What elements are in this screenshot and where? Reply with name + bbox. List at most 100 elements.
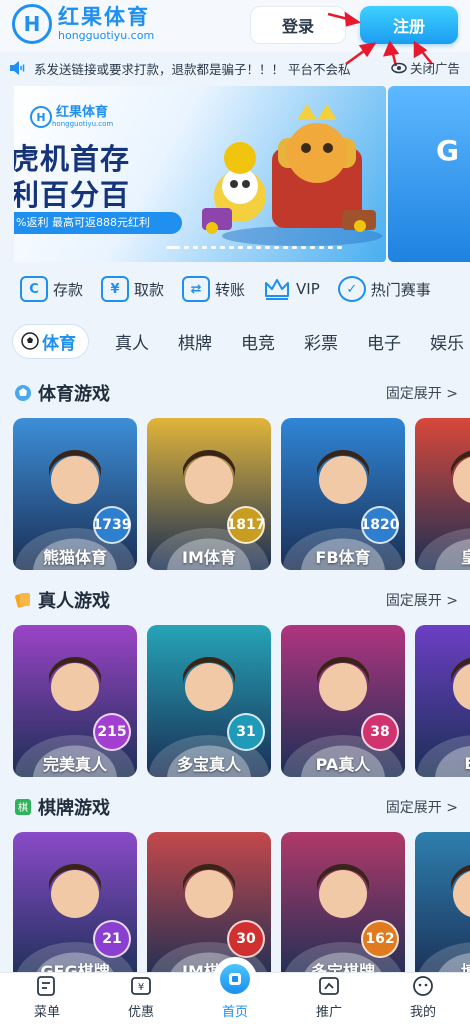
svg-text:¥: ¥ (138, 982, 144, 993)
tab-entertainment[interactable]: 娱乐 (430, 329, 464, 354)
carousel-dot[interactable] (193, 246, 198, 249)
carousel-dot[interactable] (319, 246, 324, 249)
carousel-dot[interactable] (211, 246, 216, 249)
expand-toggle[interactable]: 固定展开 > (386, 590, 458, 610)
tab-esports[interactable]: 电竞 (241, 329, 275, 354)
transfer-button[interactable]: ⇄ 转账 (182, 276, 245, 302)
carousel-dot[interactable] (220, 246, 225, 249)
carousel-dot[interactable] (202, 246, 207, 249)
player-count-badge: 215 (93, 713, 131, 751)
chess-section-header: 棋 棋牌游戏 固定展开 > (0, 792, 470, 822)
carousel-dot[interactable] (301, 246, 306, 249)
deposit-button[interactable]: C 存款 (20, 276, 83, 302)
carousel-dot[interactable] (283, 246, 288, 249)
hot-events-button[interactable]: ✓ 热门赛事 (337, 276, 431, 302)
speaker-icon (10, 61, 25, 75)
carousel-dot[interactable] (292, 246, 297, 249)
quick-actions-bar: C 存款 ¥ 取款 ⇄ 转账 VIP ✓ 热门赛事 (0, 272, 470, 306)
player-count-badge: 1820 (361, 506, 399, 544)
live-section-header: 真人游戏 固定展开 > (0, 585, 470, 615)
register-button[interactable]: 注册 (360, 6, 458, 44)
carousel-dot[interactable] (238, 246, 243, 249)
section-title: 体育游戏 (38, 384, 110, 405)
banner-logo-text: 红果体育 hongguotiyu.com (52, 106, 113, 129)
crown-icon (265, 279, 290, 300)
carousel-dot[interactable] (274, 246, 279, 249)
carousel-dot[interactable] (337, 246, 342, 249)
game-card[interactable]: 30IM棋牌 (147, 832, 271, 984)
next-banner-slide[interactable]: G (388, 86, 470, 262)
tab-electronic[interactable]: 电子 (367, 329, 401, 354)
player-count-badge: 1817 (227, 506, 265, 544)
player-count-badge: 31 (227, 713, 265, 751)
game-card[interactable]: 162多宝棋牌 (281, 832, 405, 984)
game-card[interactable]: 皇冠 (415, 418, 470, 570)
game-card[interactable]: BG (415, 625, 470, 777)
nav-menu-label: 菜单 (33, 1005, 60, 1020)
expand-toggle[interactable]: 固定展开 > (386, 797, 458, 817)
carousel-dot[interactable] (229, 246, 234, 249)
game-card[interactable]: 1820 FB体育 (281, 418, 405, 570)
tab-live[interactable]: 真人 (115, 329, 149, 354)
carousel-indicator[interactable] (166, 246, 342, 249)
vip-button[interactable]: VIP (263, 276, 320, 302)
nav-menu[interactable]: 菜单 (0, 973, 94, 1024)
logo-subtitle: hongguotiyu.com (58, 29, 155, 42)
banner-headline-2: 利百分百 (14, 178, 131, 212)
carousel-dot[interactable] (256, 246, 261, 249)
share-icon (319, 977, 339, 995)
game-card[interactable]: 1817 IM体育 (147, 418, 271, 570)
vip-label: VIP (296, 280, 320, 298)
site-logo[interactable]: H 红果体育 hongguotiyu.com (12, 4, 154, 44)
carousel-dot[interactable] (184, 246, 189, 249)
profile-icon (413, 976, 433, 996)
tab-chess[interactable]: 棋牌 (178, 329, 212, 354)
carousel-dot[interactable] (247, 246, 252, 249)
tab-lottery[interactable]: 彩票 (304, 329, 338, 354)
logo-text-block: 红果体育 hongguotiyu.com (58, 5, 154, 43)
game-card[interactable]: 21GEG棋牌 (13, 832, 137, 984)
close-ad-button[interactable]: 关闭广告 (391, 58, 460, 77)
promo-banner-carousel[interactable]: H 红果体育 hongguotiyu.com 虎机首存 利百分百 %返利 最高可… (0, 86, 470, 262)
game-card[interactable]: 31 多宝真人 (147, 625, 271, 777)
carousel-dot[interactable] (265, 246, 270, 249)
deposit-icon: C (20, 276, 48, 302)
banner-logo: H 红果体育 hongguotiyu.com (30, 106, 113, 128)
carousel-dot[interactable] (328, 246, 333, 249)
sports-section-header: 体育游戏 固定展开 > (0, 378, 470, 408)
svg-text:棋: 棋 (18, 801, 28, 814)
nav-home[interactable]: 首页 (188, 957, 282, 1024)
banner-tagline: %返利 最高可返888元红利 (14, 212, 182, 234)
tab-sports[interactable]: 体育 (12, 323, 89, 359)
game-card[interactable]: 1739 熊猫体育 (13, 418, 137, 570)
home-icon (220, 964, 250, 994)
carousel-dot-active[interactable] (166, 246, 180, 249)
player-count-badge: 38 (361, 713, 399, 751)
top-header: H 红果体育 hongguotiyu.com 登录 注册 (0, 0, 470, 52)
hot-events-label: 热门赛事 (370, 280, 431, 299)
game-card[interactable]: 38 PA真人 (281, 625, 405, 777)
nav-promotions[interactable]: ¥ 优惠 (94, 973, 188, 1024)
withdraw-button[interactable]: ¥ 取款 (101, 276, 164, 302)
withdraw-label: 取款 (134, 280, 165, 299)
nav-promotions-label: 优惠 (127, 1005, 154, 1020)
transfer-icon: ⇄ (182, 276, 211, 302)
game-card-title: FB体育 (315, 548, 371, 567)
expand-toggle[interactable]: 固定展开 > (386, 383, 458, 403)
promo-banner-slide[interactable]: H 红果体育 hongguotiyu.com 虎机首存 利百分百 %返利 最高可… (14, 86, 386, 262)
player-count-badge: 21 (93, 920, 131, 958)
transfer-label: 转账 (215, 280, 246, 299)
banner-mascot-illustration (202, 104, 382, 246)
section-title: 真人游戏 (38, 591, 110, 612)
game-card-title: 皇冠 (460, 548, 470, 567)
game-card[interactable]: 215 完美真人 (13, 625, 137, 777)
nav-referral[interactable]: 推广 (282, 973, 376, 1024)
sports-cards-row: 1739 熊猫体育 1817 IM体育 1820 FB体育 皇冠 (0, 418, 470, 572)
login-button[interactable]: 登录 (250, 6, 346, 44)
game-card[interactable]: 博雅 (415, 832, 470, 984)
withdraw-icon: ¥ (101, 276, 130, 302)
carousel-dot[interactable] (310, 246, 315, 249)
player-count-badge: 30 (227, 920, 265, 958)
logo-mark-icon: H (12, 4, 52, 44)
nav-profile[interactable]: 我的 (376, 973, 470, 1024)
